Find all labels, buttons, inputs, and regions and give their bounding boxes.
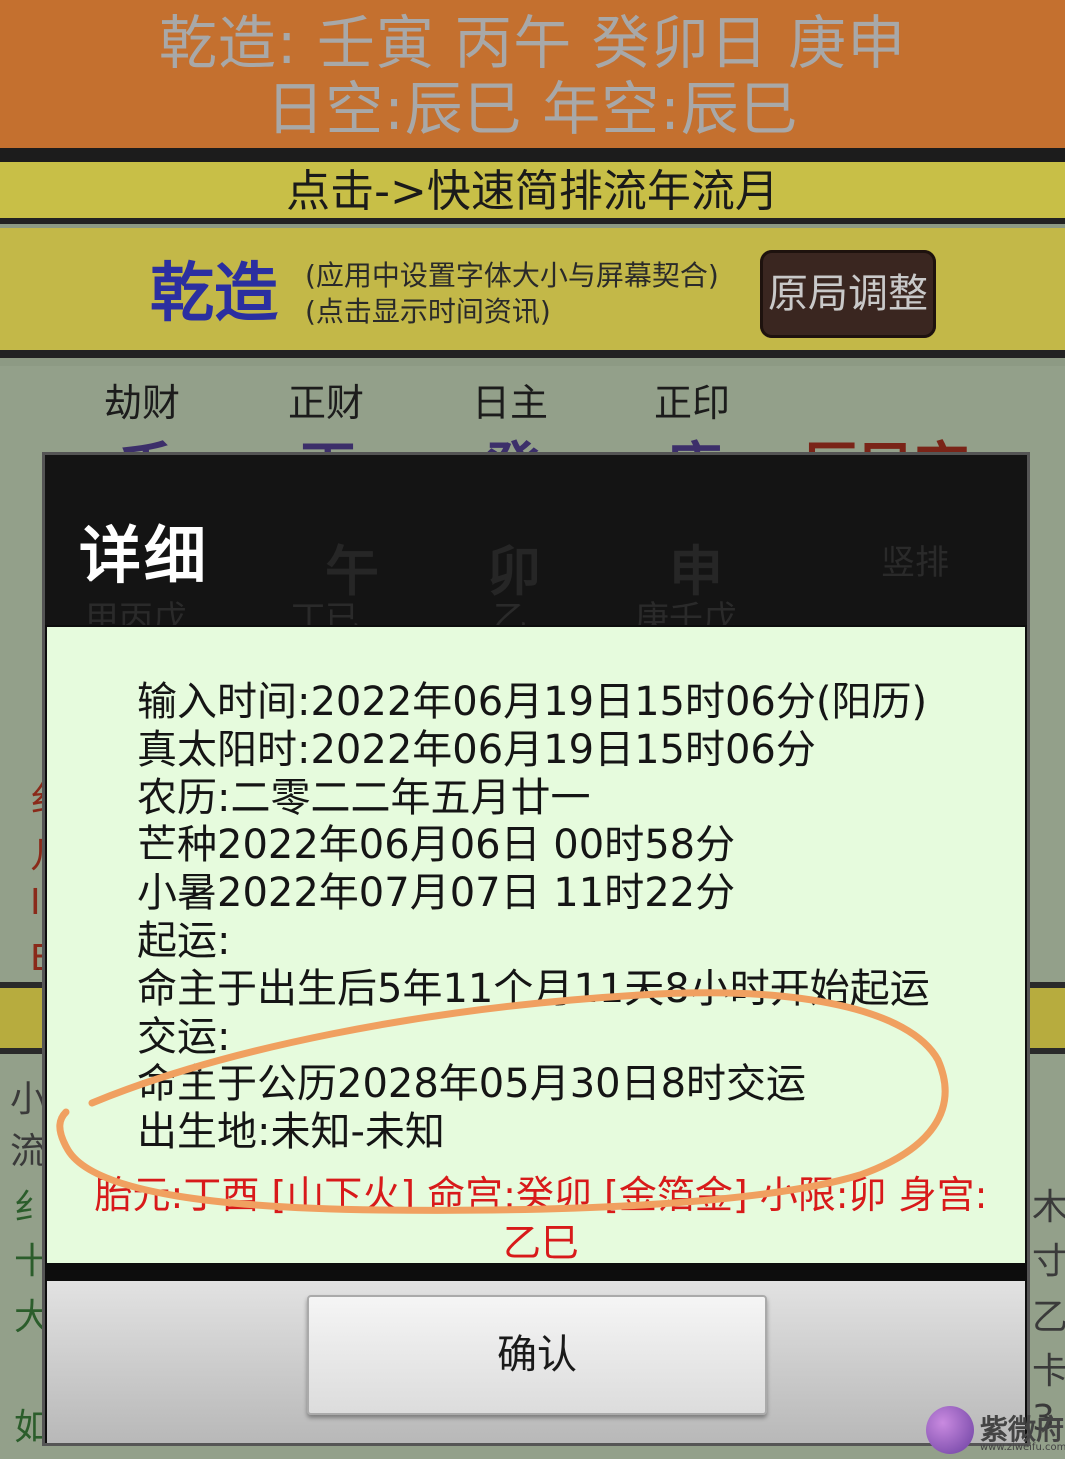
solar-term-line: 小暑2022年07月07日 11时22分 [137,870,736,917]
quick-liunian-link[interactable]: 点击->快速简排流年流月 [0,162,1065,224]
watermark-logo-icon [926,1406,974,1454]
solar-term-line: 芒种2022年06月06日 00时58分 [137,822,736,869]
font-hint: (应用中设置字体大小与屏幕契合) [305,259,719,292]
partial-char: 卡 [1032,1351,1065,1392]
partial-char: 木 [1032,1187,1065,1228]
dialog-footer: 确认 [47,1281,1025,1443]
jiaoyun-label: 交运: [137,1013,231,1060]
partial-char: 寸 [1032,1241,1065,1282]
confirm-button[interactable]: 确认 [307,1295,767,1415]
dialog-body: 输入时间:2022年06月19日15时06分(阳历) 真太阳时:2022年06月… [47,627,1025,1265]
input-time-line: 输入时间:2022年06月19日15时06分(阳历) [137,679,928,725]
shishen-label: 劫财 [104,381,181,425]
partial-char: 乙 [1032,1297,1065,1338]
birthplace-line: 出生地:未知-未知 [137,1109,445,1156]
true-solar-time-line: 真太阳时:2022年06月19日15时06分 [137,726,816,773]
shishen-label: 正印 [654,381,731,425]
canggan-text: 甲丙戊 [85,599,187,625]
taiyuan-text: 胎元:丁酉 [山下火] 命宫:癸卯 [金箔金] 小限:卯 身宫: [94,1173,988,1217]
vertical-layout-label: 竖排 [881,543,949,583]
time-info-hint[interactable]: (应用中设置字体大小与屏幕契合) (点击显示时间资讯) [305,258,719,330]
divider [0,148,1065,162]
lunar-date-line: 农历:二零二二年五月廿一 [137,774,591,821]
gender-label: 乾造 [150,257,278,331]
bazi-header: 乾造: 壬寅 丙午 癸卯日 庚申 日空:辰巳 年空:辰巳 [0,0,1065,148]
time-hint: (点击显示时间资讯) [305,295,551,328]
dialog-title: 详细 [79,519,210,592]
kongwang-text: 日空:辰巳 年空:辰巳 [266,75,799,143]
detail-dialog: 午 卯 申 竖排 甲丙戊 丁已 乙 庚壬戊 详细 输入时间:2022年06月19… [42,452,1030,1446]
dialog-title-bar: 午 卯 申 竖排 甲丙戊 丁已 乙 庚壬戊 详细 [45,455,1027,625]
watermark-url: www.ziweifu.com [980,1442,1065,1453]
canggan-text: 庚壬戊 [635,599,737,625]
detail-info: 输入时间:2022年06月19日15时06分(阳历) 真太阳时:2022年06月… [137,679,997,1157]
bazi-pillars-text: 乾造: 壬寅 丙午 癸卯日 庚申 [158,9,907,77]
partial-char: 流 [10,1131,47,1172]
canggan-text: 乙 [493,599,527,625]
qiyun-text: 命主于出生后5年11个月11天8小时开始起运 [137,965,930,1012]
taiyuan-minggong-line: 胎元:丁酉 [山下火] 命宫:癸卯 [金箔金] 小限:卯 身宫: 乙巳 [61,1171,1021,1267]
canggan-text: 丁已 [291,599,359,625]
qiyun-label: 起运: [137,917,231,964]
shengong-text: 乙巳 [502,1221,579,1265]
jiaoyun-text: 命主于公历2028年05月30日8时交运 [137,1061,807,1108]
shishen-label: 日主 [472,381,549,425]
info-bar: 乾造 (应用中设置字体大小与屏幕契合) (点击显示时间资讯) 原局调整 [0,228,1065,358]
partial-char: I [30,882,41,923]
adjust-chart-button[interactable]: 原局调整 [760,250,936,338]
watermark: 紫微府 www.ziweifu.com [926,1404,1065,1459]
shishen-label: 正财 [288,381,365,425]
partial-char: 小 [10,1079,47,1120]
